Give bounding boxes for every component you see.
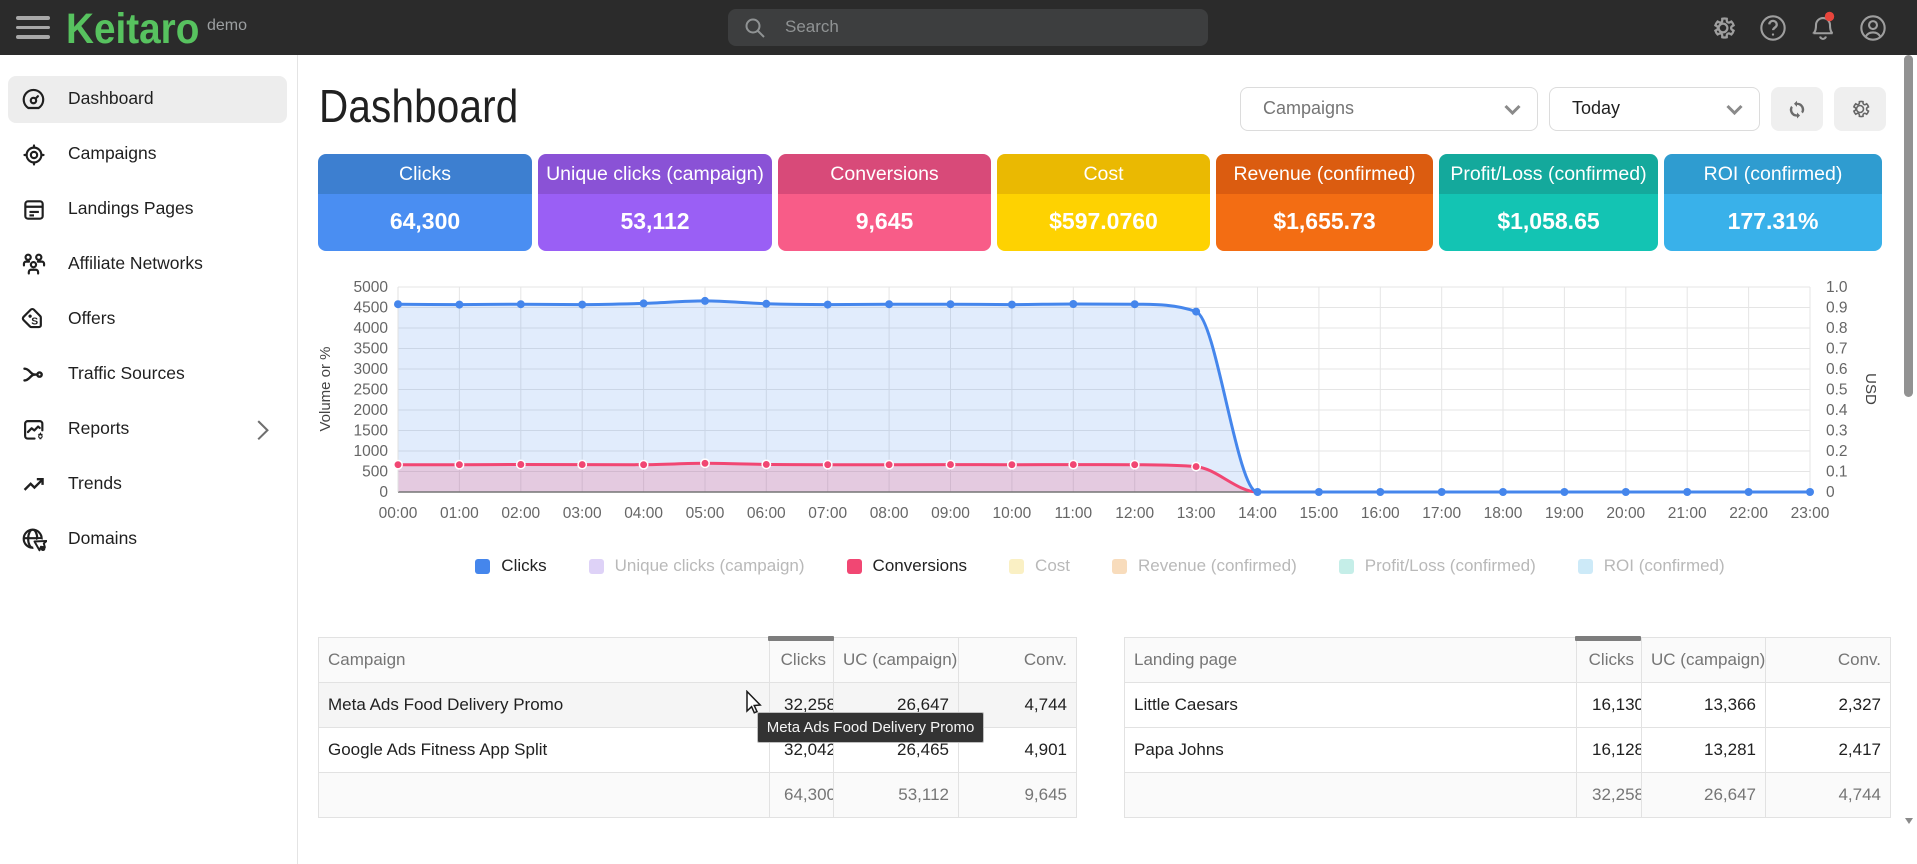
svg-text:23:00: 23:00 xyxy=(1791,505,1830,520)
svg-text:4500: 4500 xyxy=(354,300,389,317)
svg-text:02:00: 02:00 xyxy=(501,505,540,520)
svg-text:10:00: 10:00 xyxy=(993,505,1032,520)
svg-text:0: 0 xyxy=(1826,484,1835,501)
svg-text:1000: 1000 xyxy=(354,443,389,460)
svg-text:USD: USD xyxy=(1862,373,1879,405)
svg-text:0: 0 xyxy=(379,484,388,501)
svg-text:19:00: 19:00 xyxy=(1545,505,1584,520)
svg-text:1.0: 1.0 xyxy=(1826,279,1848,296)
svg-text:0.7: 0.7 xyxy=(1826,341,1848,358)
svg-text:22:00: 22:00 xyxy=(1729,505,1768,520)
svg-text:17:00: 17:00 xyxy=(1422,505,1461,520)
svg-text:12:00: 12:00 xyxy=(1115,505,1154,520)
svg-text:20:00: 20:00 xyxy=(1606,505,1645,520)
svg-text:11:00: 11:00 xyxy=(1054,505,1092,520)
svg-text:0.2: 0.2 xyxy=(1826,443,1848,460)
svg-text:00:00: 00:00 xyxy=(379,505,418,520)
svg-text:3000: 3000 xyxy=(354,361,389,378)
svg-text:13:00: 13:00 xyxy=(1177,505,1216,520)
svg-text:3500: 3500 xyxy=(354,341,389,358)
svg-text:0.3: 0.3 xyxy=(1826,423,1848,440)
svg-text:14:00: 14:00 xyxy=(1238,505,1277,520)
svg-text:21:00: 21:00 xyxy=(1668,505,1707,520)
svg-text:2000: 2000 xyxy=(354,402,389,419)
svg-text:06:00: 06:00 xyxy=(747,505,786,520)
svg-text:05:00: 05:00 xyxy=(686,505,725,520)
svg-text:S: S xyxy=(31,316,38,327)
svg-text:07:00: 07:00 xyxy=(808,505,847,520)
svg-text:0.8: 0.8 xyxy=(1826,320,1848,337)
svg-text:09:00: 09:00 xyxy=(931,505,970,520)
svg-text:5000: 5000 xyxy=(354,279,389,296)
svg-text:500: 500 xyxy=(362,464,388,481)
svg-text:16:00: 16:00 xyxy=(1361,505,1400,520)
svg-text:04:00: 04:00 xyxy=(624,505,663,520)
svg-text:Volume or %: Volume or % xyxy=(318,346,334,431)
svg-text:15:00: 15:00 xyxy=(1300,505,1339,520)
svg-text:2500: 2500 xyxy=(354,382,389,399)
svg-text:0.9: 0.9 xyxy=(1826,300,1848,317)
svg-text:03:00: 03:00 xyxy=(563,505,602,520)
svg-text:01:00: 01:00 xyxy=(440,505,479,520)
svg-text:0.1: 0.1 xyxy=(1826,464,1848,481)
svg-text:0.4: 0.4 xyxy=(1826,402,1848,419)
svg-text:1500: 1500 xyxy=(354,423,389,440)
svg-text:18:00: 18:00 xyxy=(1484,505,1523,520)
svg-text:0.6: 0.6 xyxy=(1826,361,1848,378)
svg-text:0.5: 0.5 xyxy=(1826,382,1848,399)
svg-text:4000: 4000 xyxy=(354,320,389,337)
svg-text:08:00: 08:00 xyxy=(870,505,909,520)
